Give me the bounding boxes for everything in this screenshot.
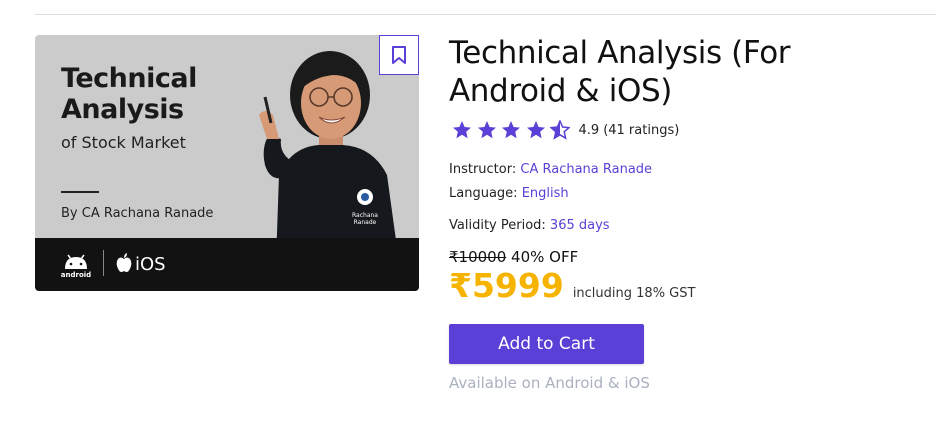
bookmark-button[interactable] (379, 35, 419, 75)
top-divider (35, 14, 936, 15)
language-value: English (521, 186, 569, 201)
rating-row: 4.9 (41 ratings) (452, 120, 679, 140)
course-thumbnail[interactable]: Technical Analysis of Stock Market By CA… (35, 35, 419, 291)
apple-icon (116, 253, 132, 272)
validity-value: 365 days (549, 218, 610, 233)
course-title: Technical Analysis (For Android & iOS) (449, 35, 791, 109)
thumbnail-title: Technical Analysis (61, 63, 261, 125)
rating-value: 4.9 (578, 122, 600, 138)
platform-bar: android iOS (35, 238, 419, 291)
platform-separator (103, 250, 104, 276)
language-row: Language: English (449, 186, 569, 201)
add-to-cart-button[interactable]: Add to Cart (449, 324, 644, 364)
ios-label: iOS (135, 254, 166, 275)
language-label: Language: (449, 186, 518, 201)
final-price: ₹5999 (449, 266, 564, 305)
thumbnail-byline: By CA Rachana Ranade (61, 206, 214, 221)
thumbnail-title-line2: Analysis (61, 94, 184, 125)
gst-note: including 18% GST (572, 286, 696, 301)
thumbnail-title-line1: Technical (61, 63, 197, 94)
final-price-row: ₹5999 including 18% GST (449, 266, 695, 305)
instructor-row: Instructor: CA Rachana Ranade (449, 162, 652, 177)
star-icon (453, 121, 471, 139)
thumbnail-subtitle: of Stock Market (61, 133, 186, 152)
star-icon (502, 121, 520, 139)
instructor-link[interactable]: CA Rachana Ranade (520, 162, 652, 177)
validity-label: Validity Period: (449, 218, 546, 233)
star-half-icon (550, 120, 570, 140)
availability-note: Available on Android & iOS (449, 374, 650, 392)
instructor-label: Instructor: (449, 162, 517, 177)
star-icon (477, 121, 496, 139)
rating-count: (41 ratings) (603, 122, 680, 138)
star-icon (526, 121, 545, 139)
discount-badge: 40% OFF (511, 248, 579, 266)
android-label: android (60, 271, 92, 279)
original-price: ₹10000 (449, 248, 507, 266)
validity-row: Validity Period: 365 days (449, 218, 610, 233)
bookmark-icon (392, 46, 406, 64)
shirt-logo-line1: Rachana (352, 212, 378, 219)
thumbnail-rule (61, 191, 99, 193)
discount-row: ₹10000 40% OFF (449, 248, 578, 266)
shirt-logo-line2: Ranade (354, 219, 377, 226)
